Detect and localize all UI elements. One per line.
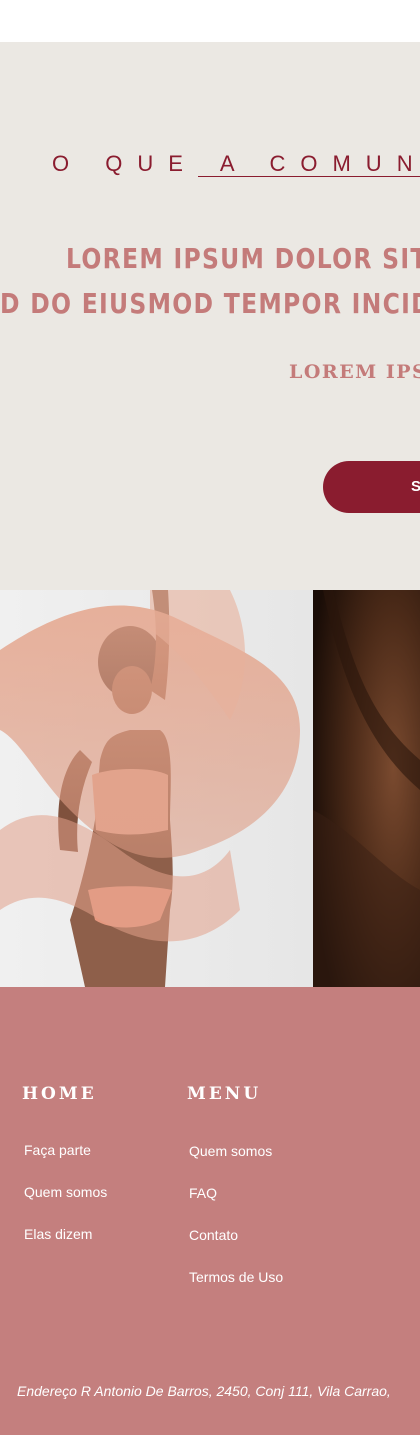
- footer-menu-title: MENU: [187, 1084, 262, 1104]
- eyebrow-text-part1: O QUE: [52, 151, 198, 176]
- footer-link-elas-dizem[interactable]: Elas dizem: [24, 1225, 92, 1243]
- skin-closeup-image: [313, 590, 420, 987]
- footer-link-faca-parte[interactable]: Faça parte: [24, 1141, 91, 1159]
- cta-button[interactable]: S: [323, 461, 420, 513]
- headline-line-2: D DO EIUSMOD TEMPOR INCIDID: [0, 287, 420, 320]
- footer-menu-link-quem-somos[interactable]: Quem somos: [189, 1142, 272, 1160]
- footer-menu-link-termos-de-uso[interactable]: Termos de Uso: [189, 1268, 283, 1286]
- skin-closeup-photo: [313, 590, 420, 987]
- subheadline: LOREM IPS: [289, 361, 420, 383]
- footer-address: Endereço R Antonio De Barros, 2450, Conj…: [17, 1383, 391, 1399]
- footer-home-title: HOME: [22, 1084, 97, 1104]
- hero-section: O QUE A COMUN LOREM IPSUM DOLOR SIT A D D…: [0, 42, 420, 590]
- top-bar: [0, 0, 420, 42]
- footer-menu-link-contato[interactable]: Contato: [189, 1226, 238, 1244]
- footer-menu-link-faq[interactable]: FAQ: [189, 1184, 217, 1202]
- page: O QUE A COMUN LOREM IPSUM DOLOR SIT A D D…: [0, 0, 420, 1435]
- eyebrow-text-part2-underlined: A COMUN: [197, 152, 420, 177]
- footer: HOME Faça parte Quem somos Elas dizem ME…: [0, 987, 420, 1435]
- footer-link-quem-somos[interactable]: Quem somos: [24, 1183, 107, 1201]
- woman-with-pink-fabric-photo: [0, 590, 313, 987]
- section-eyebrow: O QUE A COMUN: [52, 150, 420, 178]
- headline-line-1: LOREM IPSUM DOLOR SIT A: [66, 242, 420, 275]
- woman-with-pink-fabric-image: [0, 590, 313, 987]
- photo-gallery: [0, 590, 420, 987]
